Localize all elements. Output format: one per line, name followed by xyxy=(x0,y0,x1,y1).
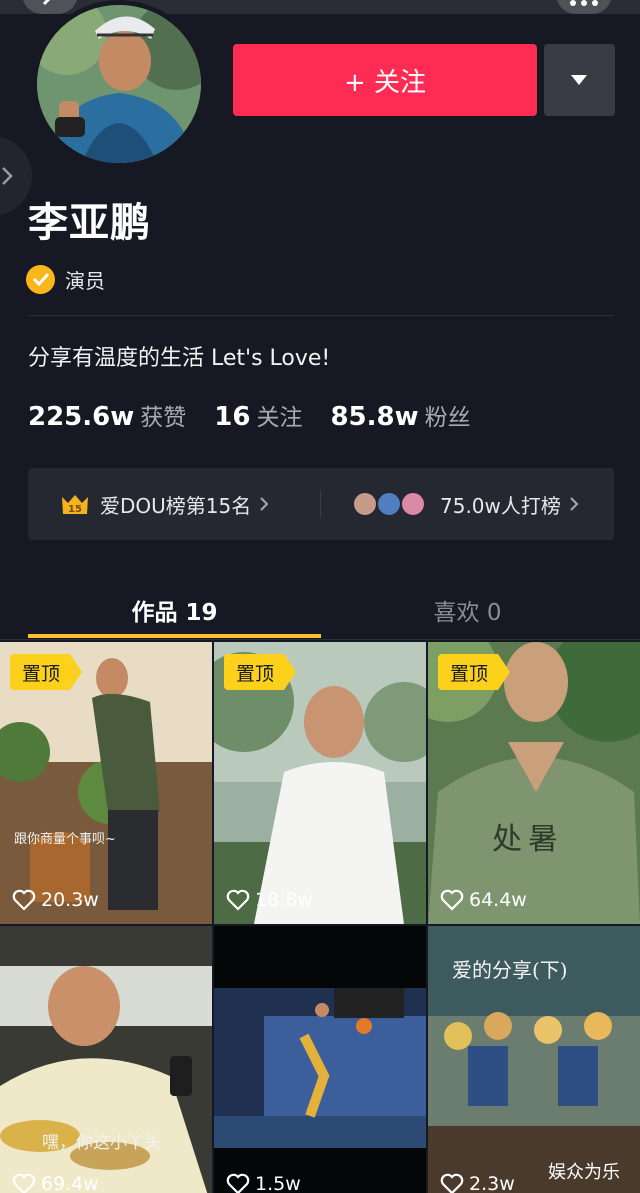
heart-icon xyxy=(12,1173,36,1193)
fan-rank-bar: 15 爱DOU榜第15名 75.0w人打榜 xyxy=(28,468,614,540)
dou-rank-label: 爱DOU榜第15名 xyxy=(100,493,252,518)
video-thumbnail[interactable]: 爱的分享(下) 2.3w xyxy=(428,926,640,1193)
avatar[interactable] xyxy=(32,0,206,168)
stat-label: 粉丝 xyxy=(424,405,471,431)
tab-likes[interactable]: 喜欢 0 xyxy=(321,580,614,640)
like-count-value: 69.4w xyxy=(41,1173,99,1193)
video-cover xyxy=(214,926,426,1193)
active-tab-indicator xyxy=(28,634,321,638)
video-thumbnail[interactable]: 置顶 18.8w xyxy=(214,642,426,924)
like-count: 64.4w xyxy=(440,886,527,914)
divider xyxy=(320,490,321,518)
video-grid: 置顶 跟你商量个事呗~ 20.3w 置顶 18.8w 置顶 处暑 64.4w 嘿… xyxy=(0,642,640,1193)
video-caption: 跟你商量个事呗~ xyxy=(14,832,116,847)
heart-icon xyxy=(226,1173,250,1193)
avatar-photo xyxy=(37,5,201,163)
chevron-left-icon xyxy=(42,0,51,6)
divider xyxy=(28,315,614,316)
heart-icon xyxy=(440,1173,464,1193)
fan-avatars xyxy=(352,491,432,517)
verification-row: 演员 xyxy=(26,264,105,294)
tab-works[interactable]: 作品 19 xyxy=(28,580,321,640)
dou-rank-link[interactable]: 15 爱DOU榜第15名 xyxy=(60,468,269,540)
profile-stats: 225.6w 获赞 16 关注 85.8w 粉丝 xyxy=(28,398,499,432)
profile-bio: 分享有温度的生活 Let's Love! xyxy=(28,346,331,371)
like-count-value: 2.3w xyxy=(469,1173,515,1193)
stat-following[interactable]: 16 关注 xyxy=(214,398,302,432)
video-caption: 爱的分享(下) xyxy=(452,958,568,982)
heart-icon xyxy=(226,889,250,911)
pinned-badge: 置顶 xyxy=(224,654,296,690)
pinned-badge: 置顶 xyxy=(10,654,82,690)
like-count-value: 20.3w xyxy=(41,889,99,911)
stat-number: 16 xyxy=(214,402,251,432)
like-count: 2.3w xyxy=(440,1170,515,1193)
watermark-text: 娱众为乐 xyxy=(548,1162,620,1183)
like-count: 69.4w xyxy=(12,1170,99,1193)
stat-likes[interactable]: 225.6w 获赞 xyxy=(28,398,186,432)
video-thumbnail[interactable]: 置顶 跟你商量个事呗~ 20.3w xyxy=(0,642,212,924)
fan-avatar xyxy=(352,491,378,517)
like-count-value: 18.8w xyxy=(255,889,313,911)
heart-icon xyxy=(12,889,36,911)
stat-followers[interactable]: 85.8w 粉丝 xyxy=(330,398,470,432)
chevron-right-icon xyxy=(570,497,579,511)
like-count: 20.3w xyxy=(12,886,99,914)
crown-rank-number: 15 xyxy=(68,504,82,515)
like-count: 1.5w xyxy=(226,1170,301,1193)
like-count-value: 1.5w xyxy=(255,1173,301,1193)
verification-label: 演员 xyxy=(65,268,105,293)
content-tabs: 作品 19 喜欢 0 xyxy=(0,580,640,640)
video-thumbnail[interactable]: 嘿，你这小丫头 69.4w xyxy=(0,926,212,1193)
crown-icon: 15 xyxy=(60,493,90,515)
like-count-value: 64.4w xyxy=(469,889,527,911)
caret-down-icon xyxy=(571,75,587,85)
support-rank-label: 75.0w人打榜 xyxy=(440,493,561,518)
heart-icon xyxy=(440,889,464,911)
stat-number: 85.8w xyxy=(330,402,419,432)
fan-avatar xyxy=(400,491,426,517)
verified-check-icon xyxy=(26,264,55,294)
profile-page: + 关注 李亚鹏 演员 分享有温度的生活 Let's Love! 225.6w … xyxy=(0,0,640,1193)
profile-name: 李亚鹏 xyxy=(28,200,151,246)
chevron-right-icon xyxy=(2,167,13,185)
video-caption: 处暑 xyxy=(492,822,564,857)
stat-label: 获赞 xyxy=(140,405,187,431)
follow-button[interactable]: + 关注 xyxy=(233,44,537,116)
support-rank-link[interactable]: 75.0w人打榜 xyxy=(352,468,579,540)
pinned-badge: 置顶 xyxy=(438,654,510,690)
like-count: 18.8w xyxy=(226,886,313,914)
recommend-dropdown-button[interactable] xyxy=(544,44,615,116)
chevron-right-icon xyxy=(260,497,269,511)
video-caption: 嘿，你这小丫头 xyxy=(42,1133,161,1153)
video-thumbnail[interactable]: 置顶 处暑 64.4w xyxy=(428,642,640,924)
stat-label: 关注 xyxy=(256,405,303,431)
fan-avatar xyxy=(376,491,402,517)
stat-number: 225.6w xyxy=(28,402,135,432)
video-thumbnail[interactable]: 1.5w xyxy=(214,926,426,1193)
more-dots-icon xyxy=(570,0,598,8)
